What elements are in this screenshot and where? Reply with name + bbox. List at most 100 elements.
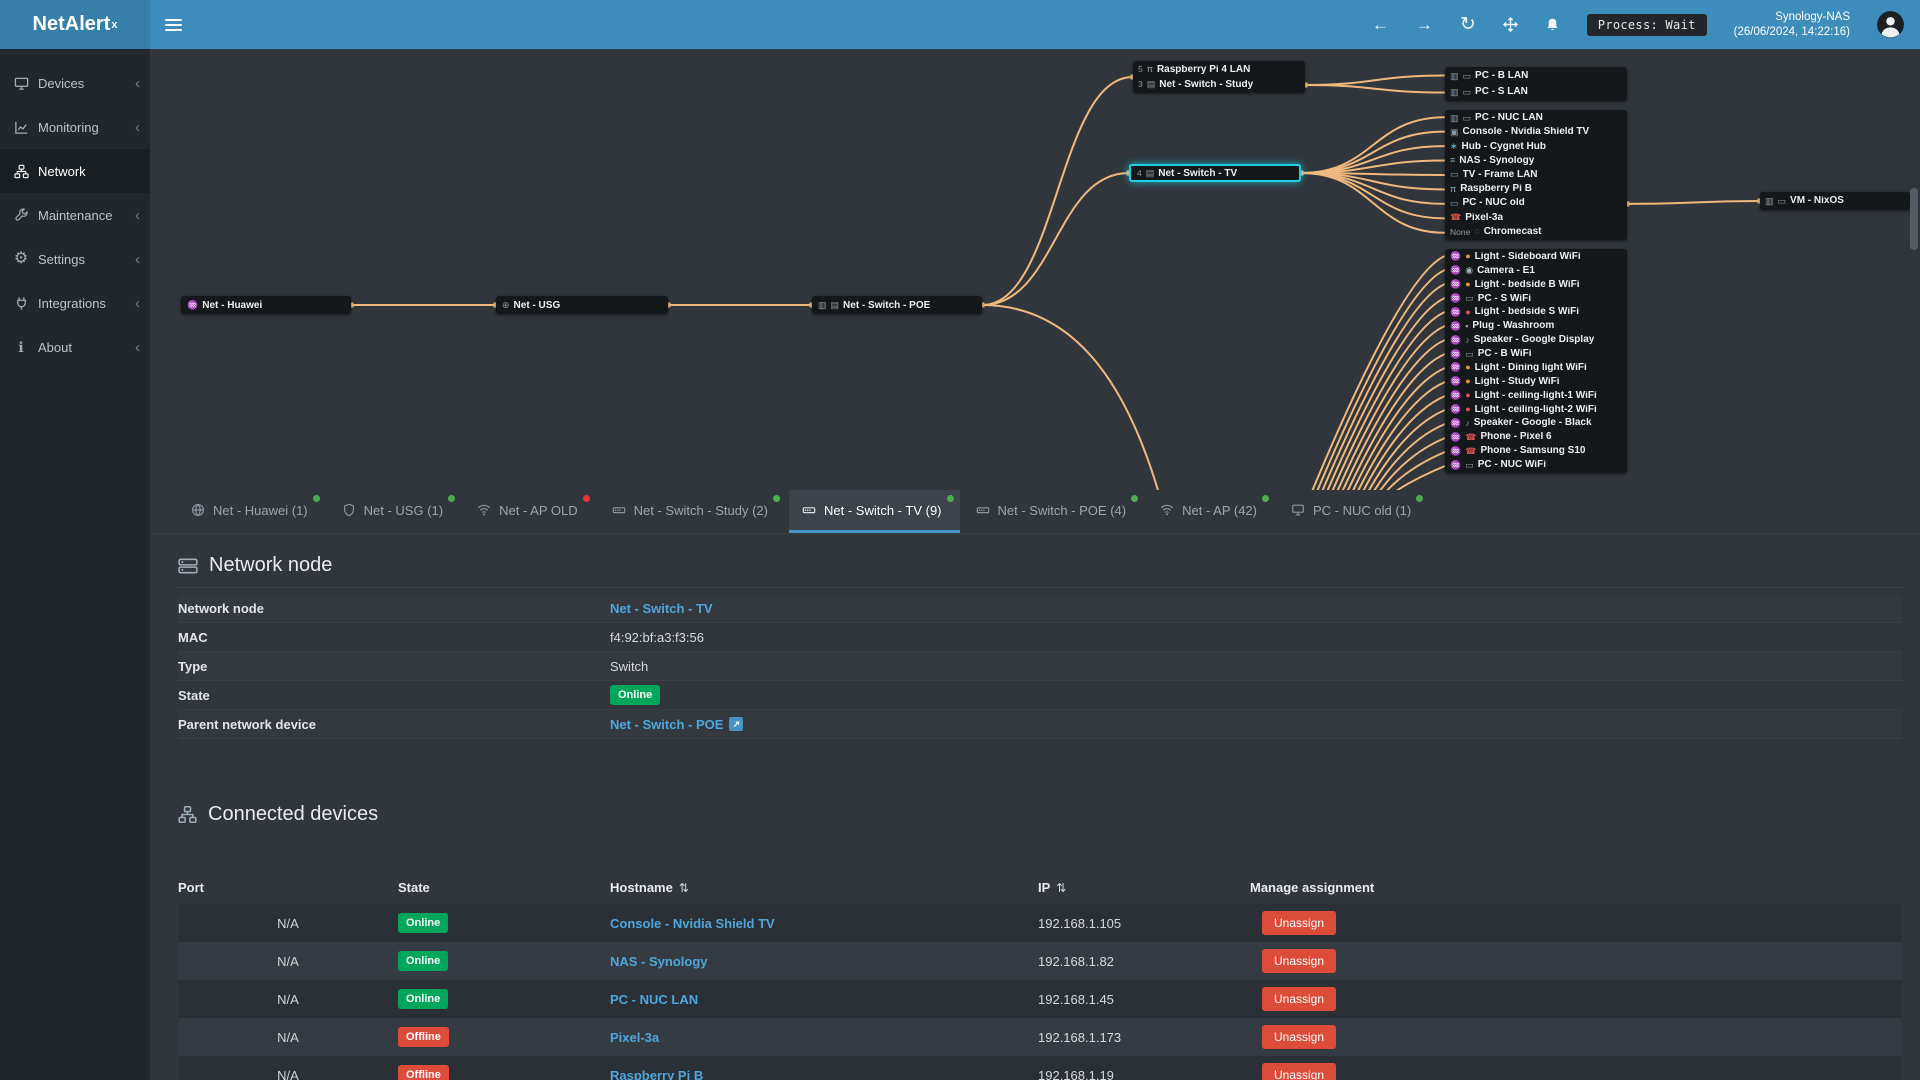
sidebar-item-label: About bbox=[38, 339, 72, 355]
tree-device-row[interactable]: ▥ ▭ PC - S LAN bbox=[1450, 84, 1622, 100]
hostname-link[interactable]: PC - NUC LAN bbox=[610, 992, 698, 1007]
unassign-button[interactable]: Unassign bbox=[1262, 949, 1337, 973]
tree-device-row[interactable]: ♒ ▭ PC - B WiFi bbox=[1450, 347, 1622, 361]
tree-device-row[interactable]: None ◌ Chromecast bbox=[1450, 225, 1622, 239]
sidebar-item-monitoring[interactable]: Monitoring ‹ bbox=[0, 105, 150, 149]
sidebar-item-network[interactable]: Network bbox=[0, 149, 150, 193]
tree-node-tv[interactable]: 4 ▤ Net - Switch - TV bbox=[1129, 164, 1301, 182]
switch-icon bbox=[802, 503, 816, 517]
manage-cell: Unassign bbox=[1250, 1025, 1902, 1049]
tree-device-row[interactable]: ▥ ▭ PC - B LAN bbox=[1450, 68, 1622, 84]
user-avatar[interactable] bbox=[1877, 11, 1904, 38]
tree-device-row[interactable]: 3 ▤ Net - Switch - Study bbox=[1138, 77, 1300, 92]
sidebar-item-maintenance[interactable]: Maintenance ‹ bbox=[0, 193, 150, 237]
tree-device-row[interactable]: ≡ NAS - Synology bbox=[1450, 154, 1622, 168]
tree-device-row[interactable]: ♒ ● Light - Dining light WiFi bbox=[1450, 361, 1622, 375]
hostname-link[interactable]: Console - Nvidia Shield TV bbox=[610, 916, 775, 931]
sidebar-item-settings[interactable]: ⚙ Settings ‹ bbox=[0, 237, 150, 281]
unassign-button[interactable]: Unassign bbox=[1262, 1025, 1337, 1049]
forward-arrow-icon[interactable]: → bbox=[1416, 16, 1433, 33]
tree-node-poe[interactable]: ▥ ▤ Net - Switch - POE bbox=[812, 296, 982, 314]
tree-device-row[interactable]: ♒ ♪ Speaker - Google Display bbox=[1450, 333, 1622, 347]
tree-device-row[interactable]: ♒ ▭ PC - S WiFi bbox=[1450, 292, 1622, 306]
state-badge: Offline bbox=[398, 1026, 449, 1048]
hostname-link[interactable]: Pixel-3a bbox=[610, 1030, 659, 1045]
tab-net-switch-poe-4[interactable]: Net - Switch - POE (4) bbox=[963, 490, 1145, 533]
tree-group-study: 5 π Raspberry Pi 4 LAN 3 ▤ Net - Switch - Stu… bbox=[1133, 61, 1305, 93]
detail-link[interactable]: Net - Switch - POE bbox=[610, 717, 723, 732]
tree-device-row[interactable]: 5 π Raspberry Pi 4 LAN bbox=[1138, 62, 1300, 77]
tab-net-huawei-1[interactable]: Net - Huawei (1) bbox=[178, 490, 326, 533]
sidebar-item-about[interactable]: ℹ About ‹ bbox=[0, 325, 150, 369]
speaker-icon: ♪ bbox=[1465, 334, 1470, 345]
port-cell: N/A bbox=[277, 1067, 299, 1080]
tree-device-row[interactable]: ♒ ◉ Camera - E1 bbox=[1450, 264, 1622, 278]
tree-device-row[interactable]: ♒ ● Light - Study WiFi bbox=[1450, 375, 1622, 389]
tree-device-row[interactable]: π Raspberry Pi B bbox=[1450, 182, 1622, 196]
hostname-link[interactable]: NAS - Synology bbox=[610, 954, 708, 969]
tree-device-row[interactable]: ▭ PC - NUC old bbox=[1450, 196, 1622, 210]
tree-device-row[interactable]: ▣ Console - Nvidia Shield TV bbox=[1450, 125, 1622, 139]
tree-device-row[interactable]: ♒ ● Light - bedside B WiFi bbox=[1450, 278, 1622, 292]
tab-net-ap-old[interactable]: Net - AP OLD bbox=[464, 490, 596, 533]
unassign-button[interactable]: Unassign bbox=[1262, 1063, 1337, 1080]
hostname-link[interactable]: Raspberry Pi B bbox=[610, 1068, 703, 1080]
tree-device-row[interactable]: ♒ ☎ Phone - Samsung S10 bbox=[1450, 444, 1622, 458]
tree-device-row[interactable]: ▥ ▭ VM - NixOS bbox=[1765, 193, 1905, 209]
detail-row: MAC f4:92:bf:a3:f3:56 bbox=[178, 623, 1902, 652]
tree-node-huawei[interactable]: ♒ Net - Huawei bbox=[181, 296, 351, 314]
tab-net-usg-1[interactable]: Net - USG (1) bbox=[329, 490, 461, 533]
tree-device-row[interactable]: ▥ ▭ PC - NUC LAN bbox=[1450, 111, 1622, 125]
tree-device-row[interactable]: ♒ ☎ Phone - Pixel 6 bbox=[1450, 430, 1622, 444]
column-header-ip[interactable]: IP ⇅ bbox=[1038, 880, 1250, 895]
detail-label: Type bbox=[178, 658, 208, 674]
switch-icon: ▤ bbox=[830, 299, 840, 310]
tab-pc-nuc-old-1[interactable]: PC - NUC old (1) bbox=[1278, 490, 1429, 533]
tab-net-ap-42[interactable]: Net - AP (42) bbox=[1147, 490, 1275, 533]
ip-cell: 192.168.1.45 bbox=[1038, 991, 1114, 1007]
tree-device-row[interactable]: ♒ ● Light - Sideboard WiFi bbox=[1450, 250, 1622, 264]
sidebar-item-integrations[interactable]: Integrations ‹ bbox=[0, 281, 150, 325]
device-label: Plug - Washroom bbox=[1472, 321, 1555, 332]
sidebar-toggle-button[interactable] bbox=[150, 0, 196, 49]
tree-device-row[interactable]: ♒ ▭ PC - NUC WiFi bbox=[1450, 458, 1622, 472]
tab-net-switch-study-2[interactable]: Net - Switch - Study (2) bbox=[599, 490, 786, 533]
display-icon: ▭ bbox=[1450, 197, 1459, 208]
tab-net-switch-tv-9[interactable]: Net - Switch - TV (9) bbox=[789, 490, 960, 533]
tree-device-row[interactable]: ♒ ▪ Plug - Washroom bbox=[1450, 319, 1622, 333]
move-pan-icon[interactable] bbox=[1502, 17, 1518, 32]
port-cell: N/A bbox=[277, 991, 299, 1007]
state-cell: Online bbox=[398, 950, 610, 972]
tree-device-row[interactable]: ♒ ● Light - ceiling-light-2 WiFi bbox=[1450, 403, 1622, 417]
pi-icon: π bbox=[1146, 64, 1153, 74]
sidebar-item-devices[interactable]: Devices ‹ bbox=[0, 61, 150, 105]
unassign-button[interactable]: Unassign bbox=[1262, 987, 1337, 1011]
wifi-icon bbox=[1160, 503, 1174, 517]
bulb-orange-icon: ● bbox=[1465, 279, 1471, 290]
detail-label: MAC bbox=[178, 629, 208, 645]
node-label: Net - Switch - TV bbox=[1158, 167, 1238, 179]
brand-logo[interactable]: NetAlert x bbox=[0, 0, 150, 49]
tree-device-row[interactable]: ∗ Hub - Cygnet Hub bbox=[1450, 139, 1622, 153]
detail-link[interactable]: Net - Switch - TV bbox=[610, 601, 713, 616]
back-arrow-icon[interactable]: ← bbox=[1372, 16, 1389, 33]
monitoring-chart-icon bbox=[13, 120, 29, 135]
bell-icon[interactable] bbox=[1545, 17, 1560, 32]
speaker-icon: ♪ bbox=[1465, 417, 1470, 428]
refresh-icon[interactable]: ↻ bbox=[1460, 15, 1476, 34]
sidebar-item-label: Integrations bbox=[38, 295, 106, 311]
tree-device-row[interactable]: ▭ TV - Frame LAN bbox=[1450, 168, 1622, 182]
status-dot bbox=[448, 495, 456, 502]
column-header-hostname[interactable]: Hostname ⇅ bbox=[610, 880, 1038, 895]
state-cell: Online bbox=[398, 912, 610, 934]
bulb-orange-icon: ● bbox=[1465, 251, 1471, 262]
unassign-button[interactable]: Unassign bbox=[1262, 911, 1337, 935]
page-scrollbar-thumb[interactable] bbox=[1910, 188, 1918, 250]
tree-device-row[interactable]: ♒ ● Light - bedside S WiFi bbox=[1450, 306, 1622, 320]
tree-device-row[interactable]: ☎ Pixel-3a bbox=[1450, 211, 1622, 225]
display-icon: ▭ bbox=[1777, 195, 1787, 206]
tree-device-row[interactable]: ♒ ● Light - ceiling-light-1 WiFi bbox=[1450, 389, 1622, 403]
device-label: Chromecast bbox=[1483, 226, 1542, 237]
tree-node-usg[interactable]: ⊕ Net - USG bbox=[496, 296, 668, 314]
tree-device-row[interactable]: ♒ ♪ Speaker - Google - Black bbox=[1450, 417, 1622, 431]
